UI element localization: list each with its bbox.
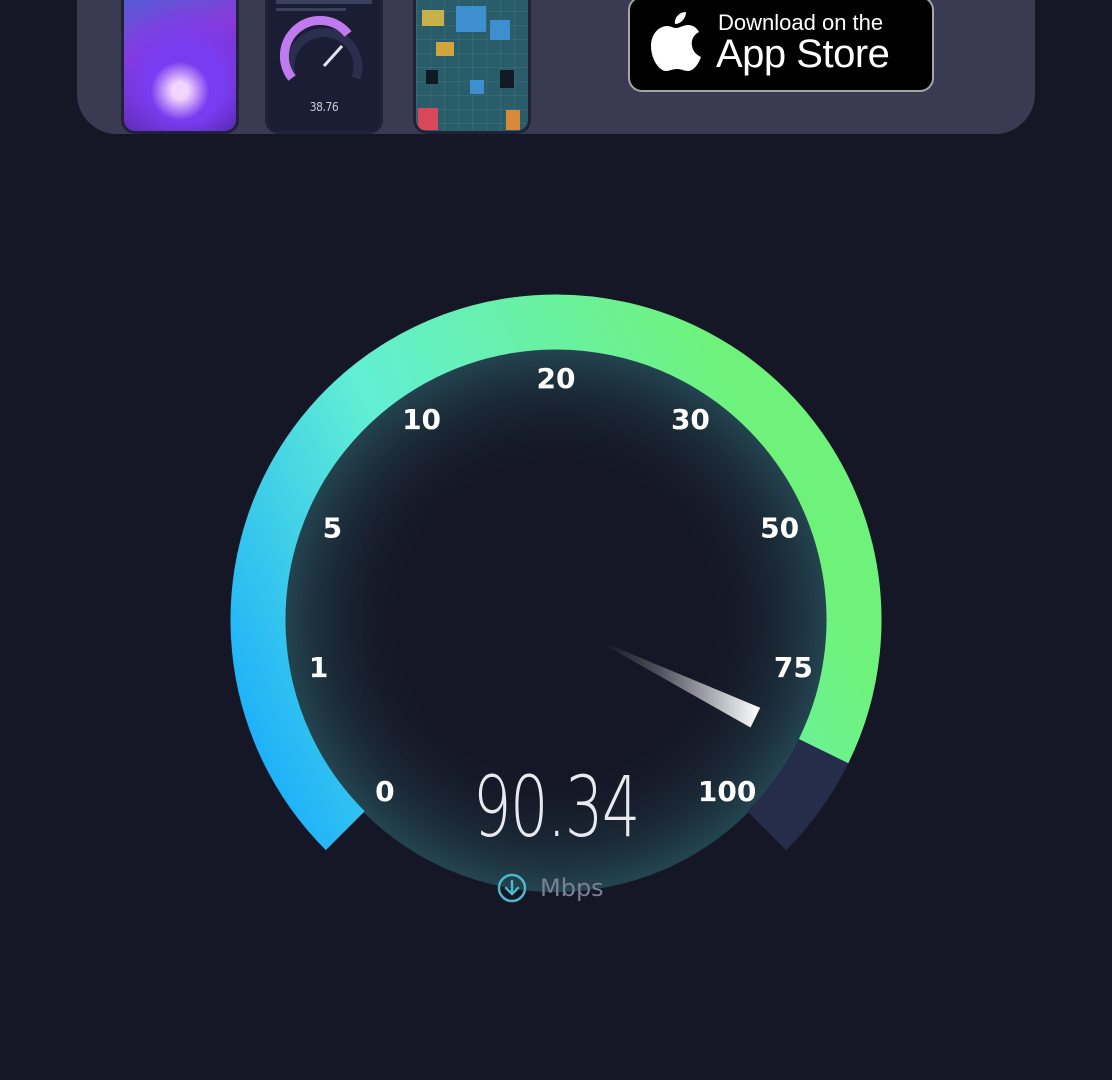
speed-test-page: 38.76 Download on the App Store 0 1 5 10…: [0, 0, 1112, 1080]
gauge-tick-label-20: 20: [537, 362, 576, 395]
gauge-tick-label-50: 50: [760, 511, 799, 544]
gauge-tick-label-100: 100: [698, 775, 756, 808]
gauge-tick-label-1: 1: [309, 651, 328, 684]
gauge-tick-label-0: 0: [375, 775, 394, 808]
speed-gauge: 0 1 5 10 20 30 50 75 100: [230, 294, 882, 892]
unit-row: Mbps: [496, 870, 604, 906]
gauge-tick-label-30: 30: [671, 403, 710, 436]
unit-label: Mbps: [540, 874, 604, 902]
download-arrow-icon: [497, 873, 527, 903]
gauge-tick-label-5: 5: [323, 511, 342, 544]
speed-value: 90.34: [473, 758, 640, 856]
gauge-tick-label-75: 75: [774, 651, 813, 684]
gauge-tick-label-10: 10: [402, 403, 441, 436]
